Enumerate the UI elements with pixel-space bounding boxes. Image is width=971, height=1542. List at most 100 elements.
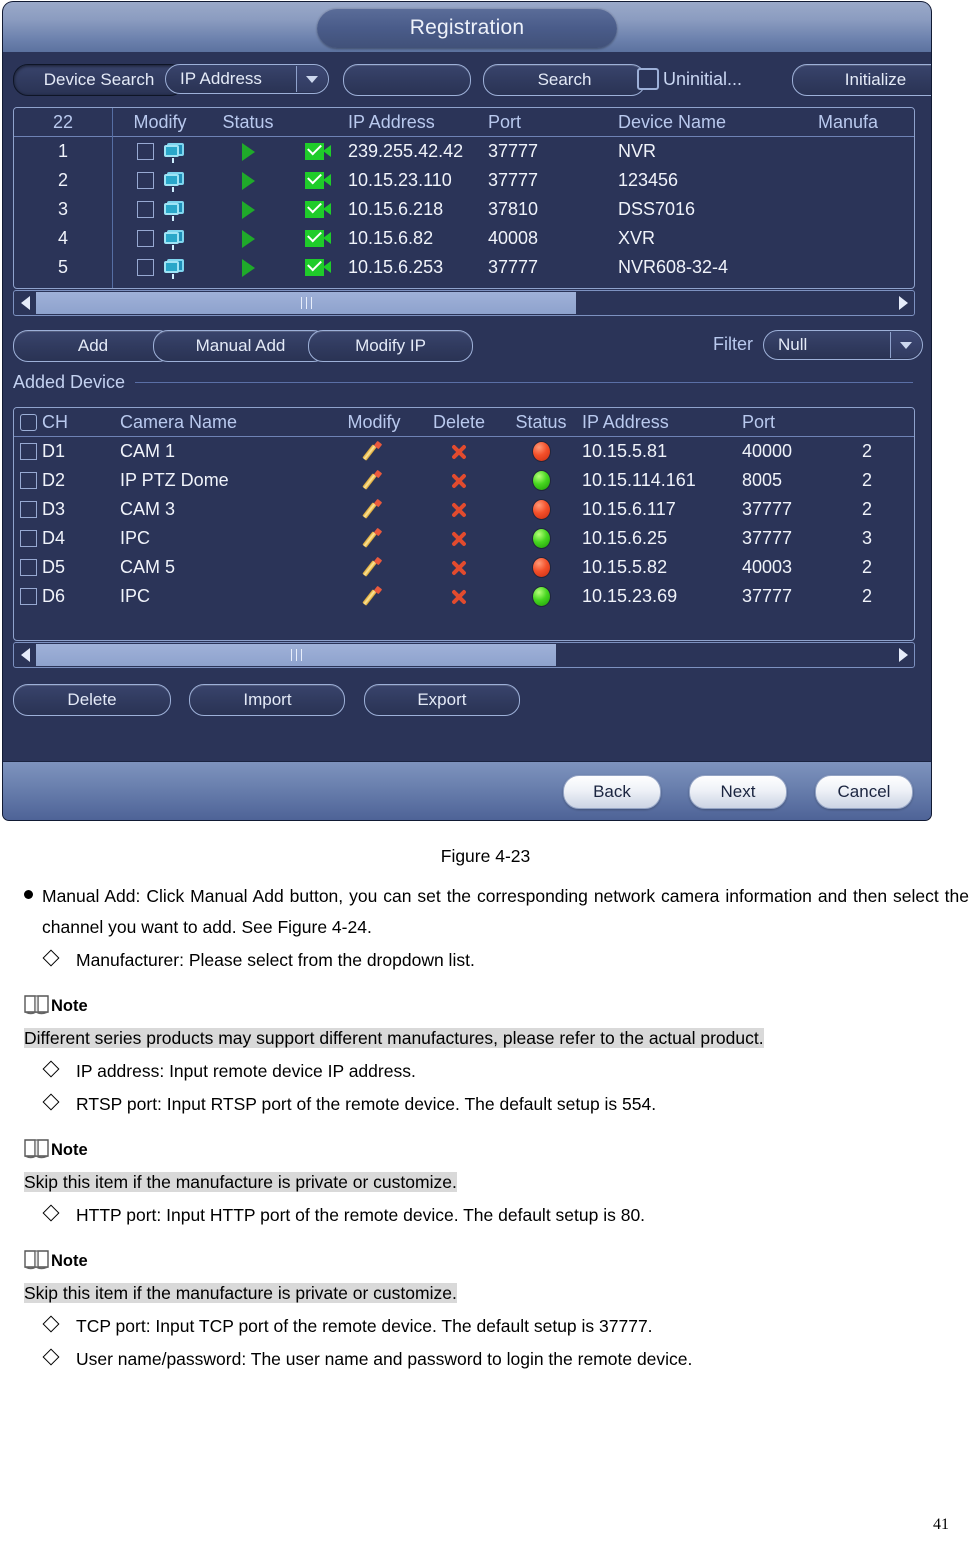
table-row[interactable]: D3 CAM 3 10.15.6.117 37777 2	[14, 495, 914, 524]
table-row[interactable]: D5 CAM 5 10.15.5.82 40003 2	[14, 553, 914, 582]
add-button[interactable]: Add	[13, 330, 173, 362]
table-row[interactable]: 4 10.15.6.82 40008 XVR	[14, 224, 914, 253]
scroll-thumb[interactable]	[36, 644, 556, 666]
row-select-cell[interactable]	[14, 443, 42, 460]
row-checkbox[interactable]	[19, 443, 37, 460]
select-all-checkbox[interactable]	[19, 413, 37, 431]
row-select-cell[interactable]	[14, 588, 42, 605]
import-button[interactable]: Import	[189, 684, 346, 716]
camera-check-icon[interactable]	[305, 227, 331, 247]
table-row[interactable]: D2 IP PTZ Dome 10.15.114.161 8005 2	[14, 466, 914, 495]
table-row[interactable]: 3 10.15.6.218 37810 DSS7016	[14, 195, 914, 224]
scroll-right-icon[interactable]	[892, 292, 914, 314]
row-delete-cell[interactable]	[418, 442, 500, 462]
col-selectall[interactable]	[14, 413, 42, 431]
row-select-cell[interactable]	[14, 530, 42, 547]
row-delete-cell[interactable]	[418, 558, 500, 578]
row-modify-cell[interactable]	[330, 556, 418, 579]
row-modify-cell[interactable]	[330, 469, 418, 492]
monitor-icon[interactable]	[163, 171, 184, 192]
row-select-cell[interactable]	[288, 140, 348, 160]
pencil-edit-icon[interactable]	[362, 469, 385, 492]
pencil-edit-icon[interactable]	[362, 440, 385, 463]
export-button[interactable]: Export	[363, 684, 520, 716]
delete-x-icon[interactable]	[449, 558, 469, 578]
initialize-button[interactable]: Initialize	[792, 64, 931, 96]
row-modify-cell[interactable]	[112, 229, 208, 250]
delete-x-icon[interactable]	[449, 529, 469, 549]
delete-x-icon[interactable]	[449, 500, 469, 520]
chevron-down-icon[interactable]	[296, 66, 327, 92]
chevron-down-icon[interactable]	[890, 332, 921, 358]
filter-select[interactable]: Null	[763, 330, 923, 360]
row-delete-cell[interactable]	[418, 587, 500, 607]
row-checkbox[interactable]	[19, 530, 37, 547]
camera-check-icon[interactable]	[305, 256, 331, 276]
row-checkbox[interactable]	[19, 588, 37, 605]
row-checkbox[interactable]	[19, 501, 37, 518]
row-checkbox[interactable]	[19, 472, 37, 489]
search-button[interactable]: Search	[483, 64, 646, 96]
row-modify-cell[interactable]	[112, 200, 208, 221]
row-select-cell[interactable]	[288, 198, 348, 218]
scroll-track[interactable]	[36, 644, 892, 666]
row-delete-cell[interactable]	[418, 471, 500, 491]
camera-check-icon[interactable]	[305, 140, 331, 160]
row-select-cell[interactable]	[288, 256, 348, 276]
search-keyword-input[interactable]	[343, 64, 471, 96]
camera-check-icon[interactable]	[305, 198, 331, 218]
row-select-cell[interactable]	[14, 472, 42, 489]
delete-x-icon[interactable]	[449, 471, 469, 491]
table-row[interactable]: D4 IPC 10.15.6.25 37777 3	[14, 524, 914, 553]
device-search-hscrollbar[interactable]	[13, 290, 915, 316]
row-checkbox[interactable]	[136, 259, 154, 276]
row-modify-cell[interactable]	[330, 527, 418, 550]
table-row[interactable]: 2 10.15.23.110 37777 123456	[14, 166, 914, 195]
row-checkbox[interactable]	[136, 230, 154, 247]
row-checkbox[interactable]	[19, 559, 37, 576]
table-row[interactable]: D6 IPC 10.15.23.69 37777 2	[14, 582, 914, 611]
delete-button[interactable]: Delete	[13, 684, 171, 716]
pencil-edit-icon[interactable]	[362, 585, 385, 608]
row-select-cell[interactable]	[14, 559, 42, 576]
row-delete-cell[interactable]	[418, 500, 500, 520]
monitor-icon[interactable]	[163, 200, 184, 221]
table-row[interactable]: D1 CAM 1 10.15.5.81 40000 2	[14, 437, 914, 466]
uninitialized-checkbox[interactable]	[637, 68, 659, 90]
scroll-track[interactable]	[36, 292, 892, 314]
row-checkbox[interactable]	[136, 172, 154, 189]
scroll-right-icon[interactable]	[892, 644, 914, 666]
manual-add-button[interactable]: Manual Add	[153, 330, 328, 362]
row-select-cell[interactable]	[288, 227, 348, 247]
scroll-thumb[interactable]	[36, 292, 576, 314]
row-checkbox[interactable]	[136, 143, 154, 160]
monitor-icon[interactable]	[163, 229, 184, 250]
scroll-left-icon[interactable]	[14, 644, 36, 666]
pencil-edit-icon[interactable]	[362, 498, 385, 521]
delete-x-icon[interactable]	[449, 587, 469, 607]
pencil-edit-icon[interactable]	[362, 556, 385, 579]
uninitialized-filter[interactable]: Uninitial...	[637, 68, 742, 90]
cancel-button[interactable]: Cancel	[815, 775, 913, 809]
next-button[interactable]: Next	[689, 775, 787, 809]
row-checkbox[interactable]	[136, 201, 154, 218]
delete-x-icon[interactable]	[449, 442, 469, 462]
row-modify-cell[interactable]	[330, 498, 418, 521]
monitor-icon[interactable]	[163, 258, 184, 279]
camera-check-icon[interactable]	[305, 169, 331, 189]
modify-ip-button[interactable]: Modify IP	[308, 330, 473, 362]
row-modify-cell[interactable]	[330, 585, 418, 608]
back-button[interactable]: Back	[563, 775, 661, 809]
row-modify-cell[interactable]	[112, 142, 208, 163]
monitor-icon[interactable]	[163, 142, 184, 163]
table-row[interactable]: 5 10.15.6.253 37777 NVR608-32-4	[14, 253, 914, 282]
row-delete-cell[interactable]	[418, 529, 500, 549]
row-modify-cell[interactable]	[330, 440, 418, 463]
device-search-button[interactable]: Device Search	[13, 64, 185, 96]
added-device-hscrollbar[interactable]	[13, 642, 915, 668]
scroll-left-icon[interactable]	[14, 292, 36, 314]
row-modify-cell[interactable]	[112, 171, 208, 192]
search-type-select[interactable]: IP Address	[165, 64, 329, 94]
row-select-cell[interactable]	[14, 501, 42, 518]
row-select-cell[interactable]	[288, 169, 348, 189]
